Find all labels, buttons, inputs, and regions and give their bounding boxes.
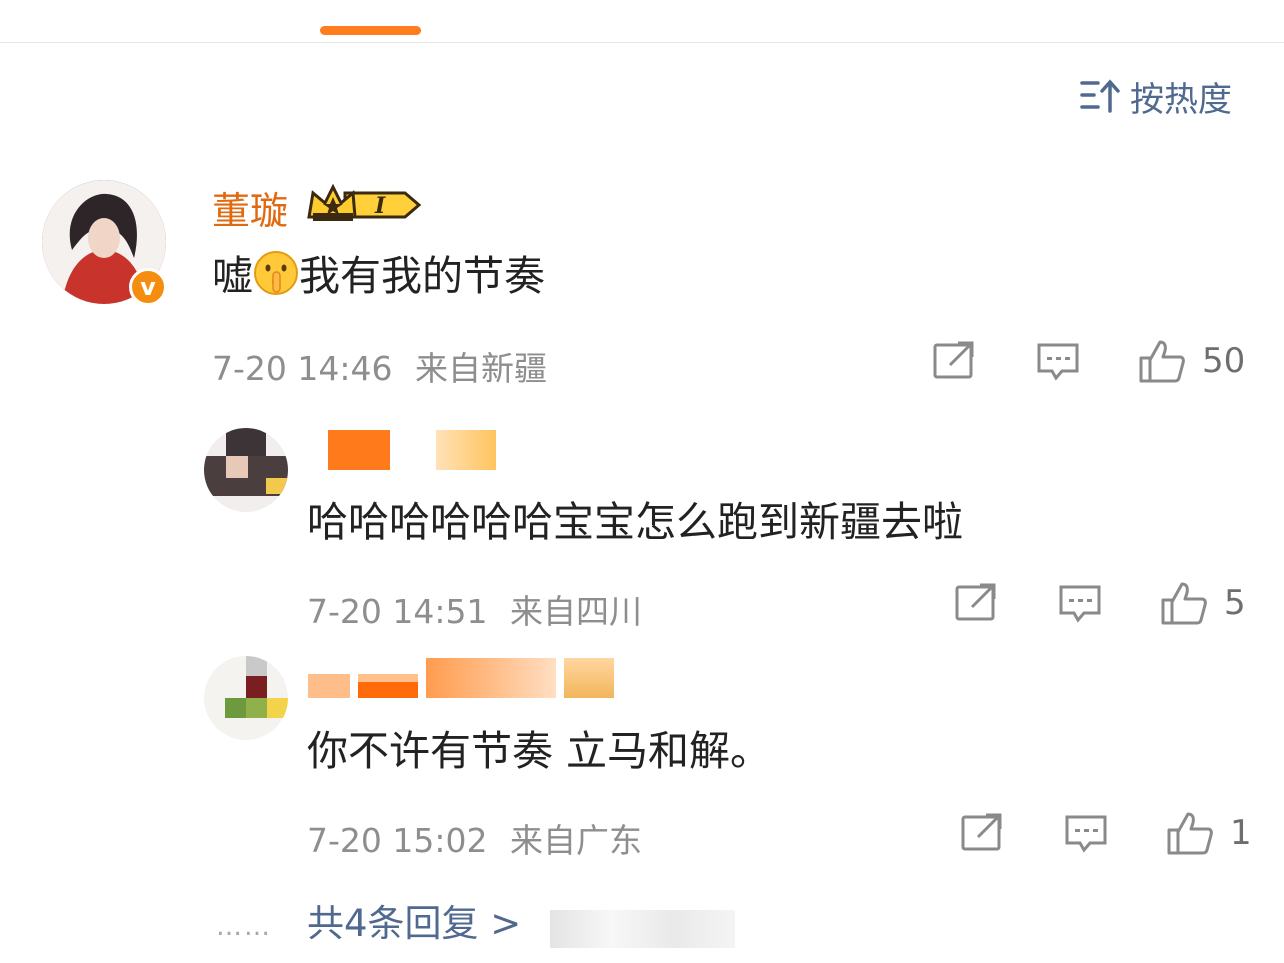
- sort-label: 按热度: [1130, 79, 1232, 120]
- like-icon[interactable]: [1138, 338, 1186, 384]
- share-icon[interactable]: [932, 341, 976, 381]
- like-count: 50: [1202, 341, 1246, 381]
- comment-text: 嘘我有我的节奏: [212, 251, 545, 300]
- sort-by-hot-button[interactable]: 按热度: [1080, 76, 1232, 120]
- like-count: 1: [1230, 813, 1252, 853]
- share-icon[interactable]: [954, 583, 998, 623]
- reply-time: 7-20 15:02: [307, 821, 488, 860]
- share-icon[interactable]: [960, 813, 1004, 853]
- reply-time: 7-20 14:51: [307, 592, 488, 631]
- comment-actions: 50: [932, 338, 1245, 384]
- sort-icon: [1080, 79, 1120, 113]
- membership-crown-icon: I: [307, 183, 422, 221]
- reply-actions: 1: [960, 810, 1252, 856]
- more-dots: ……: [216, 912, 272, 942]
- like-count: 5: [1224, 583, 1246, 623]
- level-badge-text: I: [374, 193, 386, 219]
- verified-badge-icon: v: [129, 268, 167, 306]
- like-icon[interactable]: [1160, 580, 1208, 626]
- comment-time: 7-20 14:46: [212, 349, 393, 388]
- commenter-username[interactable]: 董璇: [212, 180, 288, 235]
- reply-location: 来自广东: [510, 821, 642, 860]
- top-divider: [0, 42, 1284, 43]
- reply-avatar[interactable]: [204, 656, 288, 740]
- comment-meta: 7-20 14:46 来自新疆: [212, 342, 547, 390]
- reply-avatar[interactable]: [204, 428, 288, 512]
- reply-meta: 7-20 15:02 来自广东: [307, 814, 642, 862]
- shush-emoji-icon: [254, 251, 298, 295]
- reply-actions: 5: [954, 580, 1246, 626]
- reply-text: 你不许有节奏 立马和解。: [307, 727, 772, 775]
- active-tab-indicator: [320, 26, 421, 35]
- comment-location: 来自新疆: [415, 349, 547, 388]
- view-all-replies-link[interactable]: 共4条回复 >: [307, 893, 521, 947]
- redacted-overlay: [550, 910, 735, 948]
- like-icon[interactable]: [1166, 810, 1214, 856]
- comment-icon[interactable]: [1064, 813, 1108, 853]
- reply-username-redacted[interactable]: [308, 658, 614, 698]
- reply-username-redacted[interactable]: [328, 430, 496, 470]
- reply-meta: 7-20 14:51 来自四川: [307, 585, 642, 633]
- reply-text: 哈哈哈哈哈哈宝宝怎么跑到新疆去啦: [307, 498, 963, 546]
- reply-location: 来自四川: [510, 592, 642, 631]
- comment-icon[interactable]: [1036, 341, 1080, 381]
- comment-icon[interactable]: [1058, 583, 1102, 623]
